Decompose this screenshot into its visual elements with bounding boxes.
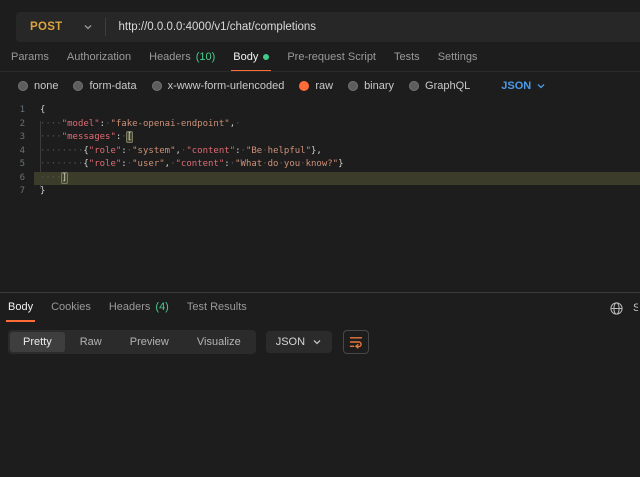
- body-type-raw[interactable]: raw: [299, 80, 333, 92]
- request-tabs: Params Authorization Headers (10) Body Pr…: [0, 46, 640, 71]
- code-line: 4········{"role":·"system",·"content":·"…: [0, 145, 640, 159]
- line-number: 7: [0, 185, 34, 199]
- response-meta: S: [609, 293, 630, 323]
- radio-icon: [348, 81, 358, 91]
- radio-label: binary: [364, 80, 394, 92]
- chevron-down-icon: [312, 337, 322, 347]
- radio-label: raw: [315, 80, 333, 92]
- tab-label: Headers: [109, 301, 151, 313]
- line-number: 3: [0, 131, 34, 145]
- view-raw-button[interactable]: Raw: [67, 332, 115, 352]
- response-tab-headers[interactable]: Headers (4): [107, 297, 171, 320]
- tab-label: Body: [8, 301, 33, 313]
- body-type-binary[interactable]: binary: [348, 80, 394, 92]
- tab-label: Authorization: [67, 51, 131, 63]
- response-section: Body Cookies Headers (4) Test Results S P…: [0, 292, 640, 477]
- view-visualize-button[interactable]: Visualize: [184, 332, 254, 352]
- response-tab-body[interactable]: Body: [6, 297, 35, 320]
- response-language-selector[interactable]: JSON: [266, 331, 332, 353]
- code-line: 6····]: [0, 172, 640, 186]
- tab-pre-request-script[interactable]: Pre-request Script: [285, 47, 378, 70]
- status-text-clipped: S: [633, 302, 638, 314]
- radio-icon: [409, 81, 419, 91]
- request-language-selector[interactable]: JSON: [501, 80, 546, 92]
- code-line: 1{: [0, 104, 640, 118]
- body-type-none[interactable]: none: [18, 80, 58, 92]
- radio-icon: [18, 81, 28, 91]
- tab-params[interactable]: Params: [9, 47, 51, 70]
- tab-body[interactable]: Body: [231, 47, 271, 70]
- radio-icon: [73, 81, 83, 91]
- language-label: JSON: [501, 80, 531, 92]
- tab-label: Test Results: [187, 301, 247, 313]
- code-line: 2····"model":·"fake-openai-endpoint",·: [0, 118, 640, 132]
- view-pretty-button[interactable]: Pretty: [10, 332, 65, 352]
- chevron-down-icon: [83, 22, 93, 32]
- wrap-lines-button[interactable]: [343, 330, 369, 354]
- radio-label: none: [34, 80, 58, 92]
- tab-label: Params: [11, 51, 49, 63]
- wrap-text-icon: [348, 334, 364, 350]
- tab-tests[interactable]: Tests: [392, 47, 422, 70]
- tab-settings[interactable]: Settings: [436, 47, 480, 70]
- url-input[interactable]: http://0.0.0.0:4000/v1/chat/completions: [106, 21, 317, 33]
- body-type-graphql[interactable]: GraphQL: [409, 80, 470, 92]
- code-line: 5········{"role":·"user",·"content":·"Wh…: [0, 158, 640, 172]
- radio-label: GraphQL: [425, 80, 470, 92]
- postman-window: POST http://0.0.0.0:4000/v1/chat/complet…: [0, 0, 640, 477]
- view-preview-button[interactable]: Preview: [117, 332, 182, 352]
- radio-icon: [152, 81, 162, 91]
- radio-selected-icon: [299, 81, 309, 91]
- body-type-row: none form-data x-www-form-urlencoded raw…: [0, 72, 640, 100]
- tab-headers[interactable]: Headers (10): [147, 47, 217, 70]
- request-body-editor[interactable]: 1{2····"model":·"fake-openai-endpoint",·…: [0, 100, 640, 296]
- response-tab-test-results[interactable]: Test Results: [185, 297, 249, 320]
- tab-label: Body: [233, 51, 258, 63]
- request-url-bar: POST http://0.0.0.0:4000/v1/chat/complet…: [16, 12, 640, 42]
- response-toolbar: Pretty Raw Preview Visualize JSON: [8, 329, 640, 355]
- chevron-down-icon: [536, 81, 546, 91]
- line-number: 5: [0, 158, 34, 172]
- method-selector[interactable]: POST: [16, 12, 105, 42]
- method-label: POST: [30, 21, 63, 33]
- headers-count: (10): [196, 51, 216, 63]
- radio-label: form-data: [89, 80, 136, 92]
- tab-label: Headers: [149, 51, 191, 63]
- line-number: 2: [0, 118, 34, 132]
- language-label: JSON: [276, 336, 305, 348]
- tab-label: Pre-request Script: [287, 51, 376, 63]
- tab-label: Tests: [394, 51, 420, 63]
- code-line: 3····"messages":·[: [0, 131, 640, 145]
- body-type-form-data[interactable]: form-data: [73, 80, 136, 92]
- response-headers-count: (4): [155, 301, 168, 313]
- response-tabs: Body Cookies Headers (4) Test Results S: [0, 293, 640, 323]
- response-tab-cookies[interactable]: Cookies: [49, 297, 93, 320]
- line-number: 4: [0, 145, 34, 159]
- code-line: 7}: [0, 185, 640, 199]
- tab-label: Cookies: [51, 301, 91, 313]
- tab-authorization[interactable]: Authorization: [65, 47, 133, 70]
- body-modified-dot-icon: [263, 54, 269, 60]
- line-number: 1: [0, 104, 34, 118]
- view-switcher: Pretty Raw Preview Visualize: [8, 330, 256, 354]
- radio-label: x-www-form-urlencoded: [168, 80, 285, 92]
- tab-label: Settings: [438, 51, 478, 63]
- globe-icon[interactable]: [609, 301, 624, 316]
- body-type-x-www-form-urlencoded[interactable]: x-www-form-urlencoded: [152, 80, 285, 92]
- line-number: 6: [0, 172, 34, 186]
